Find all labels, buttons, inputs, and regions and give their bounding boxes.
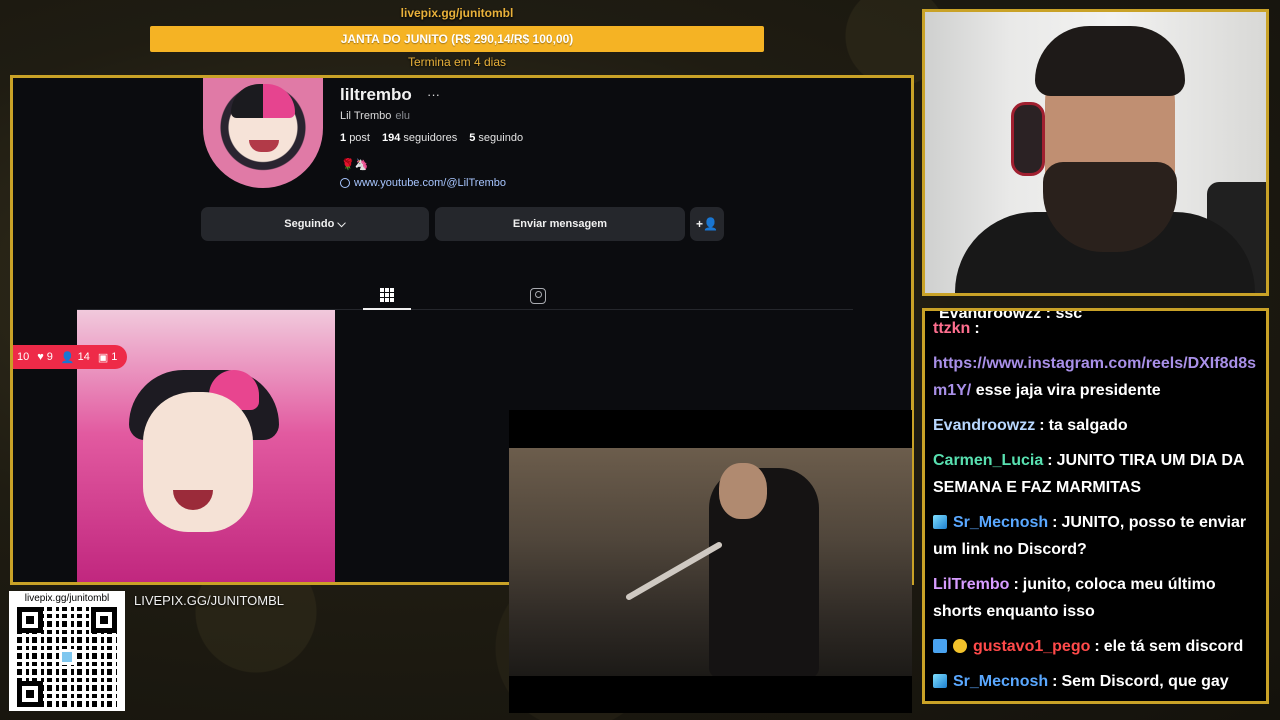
chat-separator: :	[1052, 673, 1058, 690]
tagged-icon	[530, 288, 546, 304]
posts-count: 1	[340, 132, 347, 144]
following-button[interactable]: Seguindo ⌵	[201, 207, 429, 241]
profile-link[interactable]: www.youtube.com/@LilTrembo	[337, 175, 506, 191]
post-art-face	[143, 392, 253, 532]
profile-username: liltrembo	[340, 85, 412, 104]
person-icon: 👤	[60, 351, 75, 364]
chat-username[interactable]: Sr_Mecnosh	[953, 514, 1048, 531]
chat-message: gustavo1_pego: ele tá sem discord	[933, 633, 1260, 660]
suggest-user-button[interactable]: +👤	[690, 207, 724, 241]
chat-message: Sr_Mecnosh: JUNITO, posso te enviar um li…	[933, 509, 1260, 563]
chat-username[interactable]: Carmen_Lucia	[933, 452, 1043, 469]
chat-separator: :	[974, 320, 980, 337]
notif-tags-count: 1	[111, 351, 118, 363]
following-label: seguindo	[478, 132, 524, 144]
mod-badge-icon	[933, 639, 947, 653]
chat-message-list: ttzkn: https://www.instagram.com/reels/DX…	[933, 315, 1260, 695]
chat-separator: :	[1013, 576, 1019, 593]
livepix-label: LIVEPIX.GG/JUNITOMBL	[134, 593, 285, 608]
tab-posts[interactable]	[363, 282, 411, 310]
link-icon	[337, 175, 353, 191]
tab-tagged[interactable]	[514, 282, 562, 310]
notif-likes-count: 9	[46, 351, 53, 363]
chat-separator: :	[1094, 638, 1100, 655]
video-performer-head	[719, 463, 767, 519]
goal-ends-text: Termina em 4 dias	[407, 55, 507, 69]
posts-stat[interactable]: 1 post	[340, 132, 370, 144]
livepix-qr-card: livepix.gg/junitombl	[9, 591, 125, 711]
bio-emojis: 🌹🦄	[341, 159, 369, 171]
pronoun-text: elu	[395, 110, 411, 122]
chat-username[interactable]: ttzkn	[933, 320, 970, 337]
chat-text: esse jaja vira presidente	[975, 382, 1161, 399]
chat-message: Sr_Mecnosh: Sem Discord, que gay	[933, 668, 1260, 695]
chat-message: https://www.instagram.com/reels/DXIf8d8s…	[933, 350, 1260, 404]
one-badge-icon	[953, 639, 967, 653]
chat-username[interactable]: gustavo1_pego	[973, 638, 1090, 655]
chat-message: ttzkn:	[933, 315, 1260, 342]
webcam-hair	[1035, 26, 1185, 96]
chat-separator: :	[1047, 452, 1053, 469]
followers-count: 194	[381, 132, 401, 144]
notif-followers-count: 14	[77, 351, 90, 363]
chat-username[interactable]: Evandroowzz	[933, 417, 1035, 434]
chat-username[interactable]: Sr_Mecnosh	[953, 673, 1048, 690]
webcam-feed	[922, 9, 1269, 296]
profile-link-text[interactable]: www.youtube.com/@LilTrembo	[354, 177, 506, 189]
chat-panel: Evandroowzz : ssc ttzkn: https://www.inst…	[922, 308, 1269, 704]
cube-badge-icon	[933, 674, 947, 688]
qr-corner-top-right	[91, 607, 117, 633]
profile-stats: 1 post 194 seguidores 5 seguindo	[340, 132, 523, 144]
tag-icon: ▣	[97, 351, 109, 364]
heart-icon: ♥	[37, 351, 44, 363]
activity-notification-badge[interactable]: 10 ♥ 9 👤 14 ▣ 1	[13, 345, 128, 369]
chat-message: Carmen_Lucia: JUNITO TIRA UM DIA DA SEMAN…	[933, 447, 1260, 501]
chat-message: LilTrembo: junito, coloca meu último shor…	[933, 571, 1260, 625]
chat-username[interactable]: LilTrembo	[933, 576, 1009, 593]
notif-followers: 👤 14	[61, 351, 90, 364]
followers-label: seguidores	[403, 132, 458, 144]
following-stat[interactable]: 5 seguindo	[469, 132, 523, 144]
video-overlay	[509, 410, 912, 713]
chat-separator: :	[1039, 417, 1045, 434]
goal-progress-bar: JANTA DO JUNITO (R$ 290,14/R$ 100,00)	[150, 26, 764, 52]
notif-likes: ♥ 9	[37, 351, 53, 363]
notif-tags: ▣ 1	[98, 351, 118, 364]
headset	[1011, 102, 1045, 176]
qr-corner-bottom-left	[17, 681, 43, 707]
followers-stat[interactable]: 194 seguidores	[382, 132, 457, 144]
qr-logo	[59, 649, 75, 665]
goal-url: livepix.gg/junitombl	[400, 6, 514, 20]
chat-separator: :	[1052, 514, 1058, 531]
goal-text: JANTA DO JUNITO (R$ 290,14/R$ 100,00)	[340, 32, 574, 46]
qr-corner-top-left	[17, 607, 43, 633]
chat-text: ele tá sem discord	[1103, 638, 1244, 655]
full-name-text: Lil Trembo	[340, 110, 392, 122]
video-frame	[509, 448, 912, 676]
following-count: 5	[469, 132, 476, 144]
posts-label: post	[349, 132, 370, 144]
send-message-button[interactable]: Enviar mensagem	[435, 207, 685, 241]
qr-title: livepix.gg/junitombl	[24, 593, 110, 604]
chat-message: Evandroowzz: ta salgado	[933, 412, 1260, 439]
grid-icon	[380, 288, 394, 302]
chat-text: Sem Discord, que gay	[1061, 673, 1229, 690]
profile-avatar[interactable]	[203, 78, 323, 188]
chat-text: ta salgado	[1048, 417, 1128, 434]
notif-partial-count: 10	[17, 351, 30, 363]
profile-full-name: Lil Trembo elu	[340, 110, 410, 122]
cube-badge-icon	[933, 515, 947, 529]
more-options-icon[interactable]: ···	[427, 87, 440, 102]
